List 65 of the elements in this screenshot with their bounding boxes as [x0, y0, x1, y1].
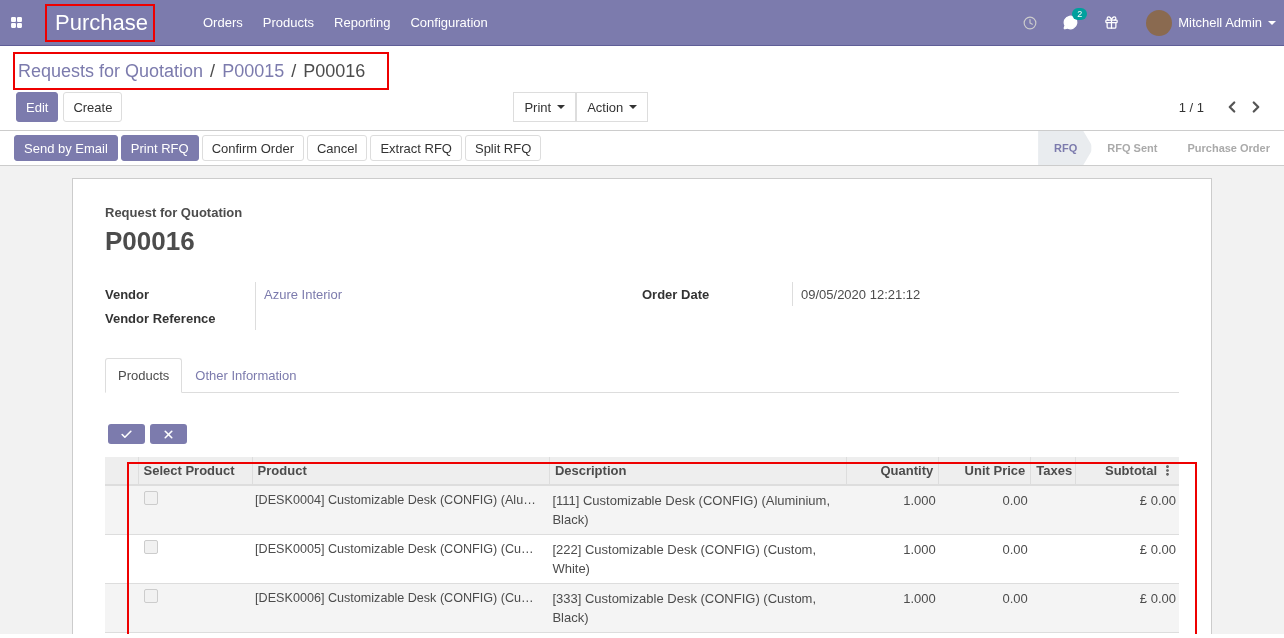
column-header[interactable]: Unit Price [938, 457, 1031, 485]
table-cell: 0.00 [938, 583, 1031, 633]
create-button[interactable]: Create [63, 92, 123, 122]
chat-icon[interactable] [1063, 15, 1079, 30]
field-label: Vendor Reference [105, 310, 217, 326]
gift-icon[interactable] [1104, 15, 1120, 30]
table-cell: 0.00 [938, 534, 1031, 584]
user-name[interactable]: Mitchell Admin [1178, 15, 1262, 30]
column-header[interactable]: Select Product [138, 457, 253, 485]
column-header[interactable]: Taxes [1030, 457, 1076, 485]
menu-item[interactable]: Reporting [324, 15, 401, 30]
apps-menu-icon[interactable] [10, 16, 23, 29]
menu-item[interactable]: Products [252, 15, 325, 30]
menu-item[interactable]: Orders [193, 15, 253, 30]
table-cell: [111] Customizable Desk (CONFIG) (Aluminium, Black) [549, 485, 847, 535]
statusbar-button[interactable]: Cancel [307, 135, 368, 161]
tab[interactable]: Products [105, 358, 183, 393]
field-value: 09/05/2020 12:21:12 [792, 282, 1179, 306]
table-cell: [222] Customizable Desk (CONFIG) (Custom, White) [549, 534, 847, 584]
form-subtitle: Request for Quotation [105, 205, 244, 220]
message-count-badge: 2 [1072, 8, 1088, 20]
table-cell: [333] Customizable Desk (CONFIG) (Custom, Black) [549, 583, 847, 633]
confirm-button[interactable] [108, 424, 145, 444]
check-icon [120, 427, 133, 441]
table-cell: £ 0.00 [1075, 485, 1179, 535]
column-header[interactable]: Description [549, 457, 847, 485]
table-cell: 1.000 [846, 534, 939, 584]
record-name: P00016 [105, 226, 196, 257]
statusbar-button[interactable]: Split RFQ [464, 135, 542, 161]
field-label: Vendor [105, 286, 151, 302]
breadcrumb-item[interactable]: P00016 [303, 60, 366, 82]
close-icon [162, 427, 175, 441]
discard-button[interactable] [150, 424, 187, 444]
dropdown-button[interactable]: Action [576, 92, 649, 122]
statusbar-button[interactable]: Extract RFQ [370, 135, 462, 161]
field-label: Order Date [642, 286, 711, 302]
statusbar-button[interactable]: Print RFQ [120, 135, 199, 161]
table-cell: 1.000 [846, 485, 939, 535]
breadcrumb-separator: / [291, 60, 297, 82]
dropdown-button[interactable]: Print [513, 92, 577, 122]
caret-icon [1268, 20, 1276, 25]
vendor-link[interactable]: Azure Interior [255, 282, 642, 306]
statusbar-button[interactable]: Confirm Order [201, 135, 304, 161]
breadcrumb-separator: / [210, 60, 216, 82]
pager-counter: 1 / 1 [1178, 99, 1204, 115]
tab[interactable]: Other Information [182, 358, 310, 393]
table-cell: £ 0.00 [1075, 534, 1179, 584]
edit-button[interactable]: Edit [16, 92, 59, 122]
column-header[interactable]: Product [252, 457, 550, 485]
statusbar-button[interactable]: Send by Email [14, 135, 118, 161]
checkbox[interactable] [144, 491, 158, 505]
checkbox[interactable] [144, 540, 158, 554]
table-cell: [DESK0004] Customizable Desk (CONFIG) (Alu… [252, 485, 550, 535]
table-cell: [DESK0006] Customizable Desk (CONFIG) (Cu… [252, 583, 550, 633]
table-cell: £ 0.00 [1075, 583, 1179, 633]
column-header[interactable]: Quantity [846, 457, 939, 485]
table-cell: [DESK0005] Customizable Desk (CONFIG) (Cu… [252, 534, 550, 584]
table-cell: 0.00 [938, 485, 1031, 535]
checkbox[interactable] [144, 589, 158, 603]
app-title: Purchase [45, 3, 155, 42]
breadcrumb-item[interactable]: Requests for Quotation [18, 60, 204, 82]
table-cell: 1.000 [846, 583, 939, 633]
menu-item[interactable]: Configuration [400, 15, 498, 30]
breadcrumb-item[interactable]: P00015 [222, 60, 285, 82]
clock-icon[interactable] [1023, 15, 1038, 30]
